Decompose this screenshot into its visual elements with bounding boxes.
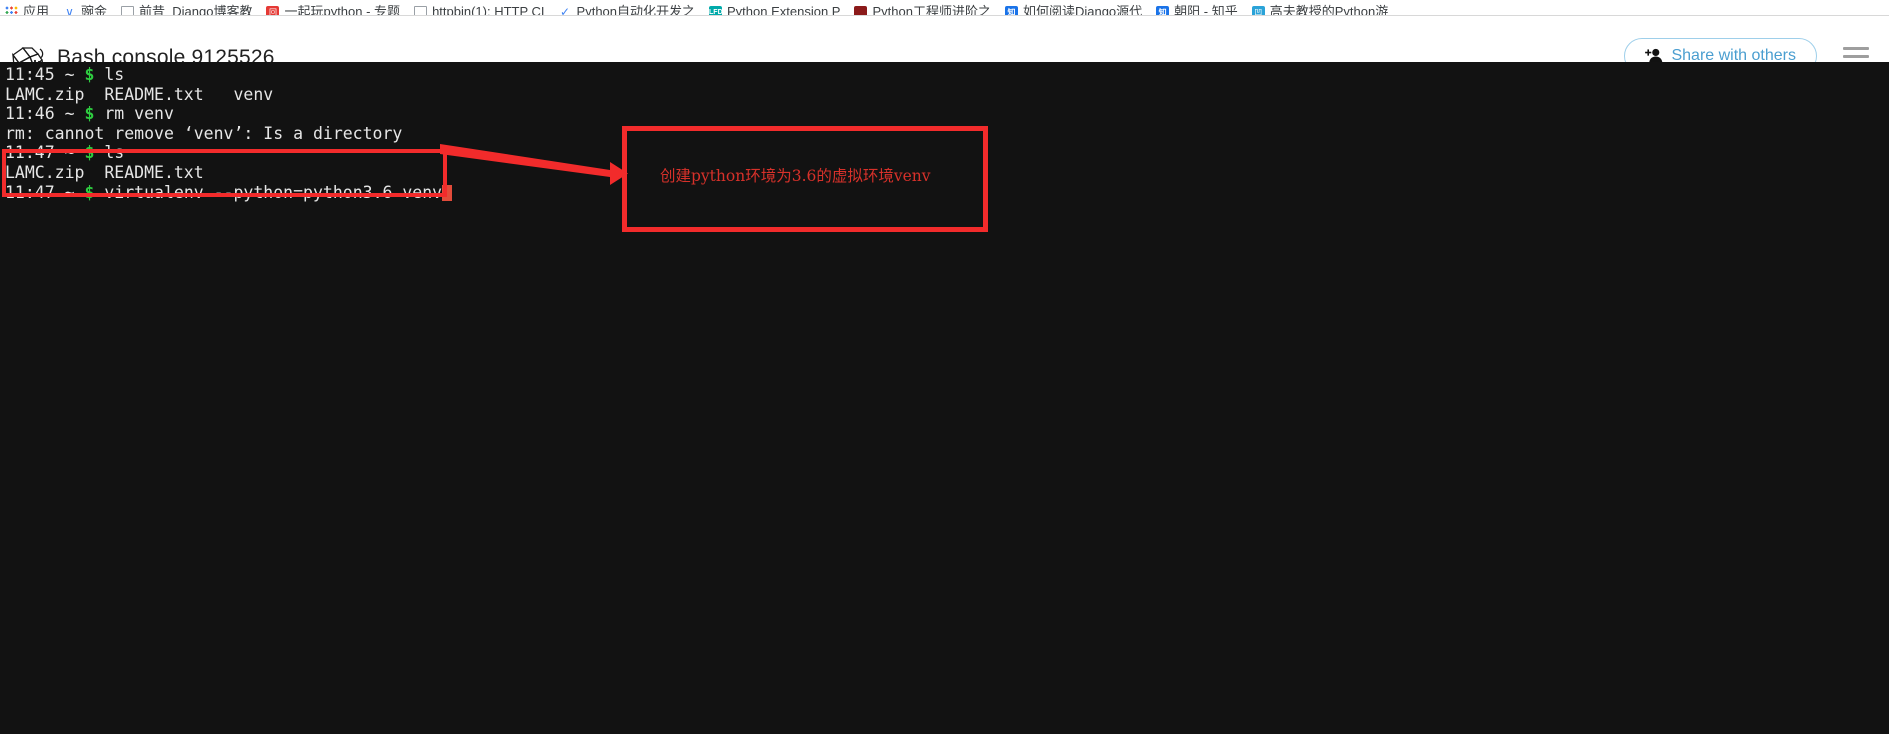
- terminal-line: LAMC.zip README.txt venv: [5, 85, 1889, 105]
- bookmark-label: 豌金: [81, 4, 108, 16]
- page-icon: [121, 5, 135, 15]
- check-mark-icon: ✓: [560, 4, 571, 16]
- bookmark-item-0[interactable]: 应用: [0, 0, 58, 15]
- bookmark-label: httpbin(1): HTTP CI: [432, 4, 545, 16]
- hamburger-bar-1: [1843, 46, 1869, 50]
- terminal-line: 11:46 ~ $ rm venv: [5, 104, 1889, 124]
- prompt-dollar-sigil: $: [84, 104, 95, 124]
- terminal-line: 11:45 ~ $ ls: [5, 65, 1889, 85]
- bookmark-label: 高夫教授的Python游: [1269, 4, 1389, 16]
- console-header: Bash console 9125526 Share with others: [0, 17, 1889, 79]
- page-icon: [414, 5, 428, 15]
- terminal-cursor: [442, 184, 453, 201]
- terminal-command-text: rm venv: [94, 104, 174, 124]
- terminal-command-text: ls: [94, 143, 125, 163]
- prompt-dollar-sigil: $: [84, 182, 95, 202]
- terminal-output-text: LAMC.zip README.txt: [5, 162, 204, 182]
- terminal-prompt: 11:47 ~: [5, 143, 85, 163]
- terminal-command-text: virtualenv --python=python3.6 venv: [94, 182, 443, 202]
- bookmark-item-3[interactable]: 回一起玩python - 专题: [261, 0, 409, 15]
- annotation-note-text: 创建python环境为3.6的虚拟环境venv: [660, 167, 931, 185]
- bookmark-item-2[interactable]: 前昔_Django博客教: [116, 0, 261, 15]
- bookmark-label: 朝阳 - 知乎: [1174, 4, 1238, 16]
- check-shield-icon: ∨: [65, 4, 74, 16]
- bookmark-item-4[interactable]: httpbin(1): HTTP CI: [409, 0, 553, 15]
- bookmark-item-1[interactable]: ∨ 豌金: [58, 0, 116, 15]
- terminal-prompt: 11:46 ~: [5, 104, 85, 124]
- prompt-dollar-sigil: $: [84, 143, 95, 163]
- bookmark-label: 前昔_Django博客教: [139, 4, 253, 16]
- zhihu-icon: 知: [1004, 5, 1018, 15]
- bookmark-label: Python Extension P: [727, 4, 841, 16]
- bookmark-item-10[interactable]: 凹高夫教授的Python游: [1247, 0, 1397, 15]
- red-square-icon: 回: [266, 5, 280, 15]
- terminal-output-text: rm: cannot remove ‘venv’: Is a directory: [5, 123, 403, 143]
- annotation-arrow: [440, 144, 628, 185]
- browser-bookmark-bar: 应用 ∨ 豌金 前昔_Django博客教回一起玩python - 专题 httpbin(…: [0, 0, 1889, 16]
- bookmark-label: Python自动化开发之: [576, 4, 696, 16]
- terminal-prompt: 11:45 ~: [5, 65, 85, 84]
- lfd-icon: LFD: [709, 5, 723, 15]
- prompt-dollar-sigil: $: [84, 65, 95, 84]
- bookmark-label: 如何阅读Django源代: [1022, 4, 1143, 16]
- hamburger-bar-2: [1843, 54, 1869, 58]
- bookmark-item-7[interactable]: Python工程师进阶之: [849, 0, 999, 15]
- bookmark-item-5[interactable]: ✓ Python自动化开发之: [554, 0, 704, 15]
- zhihu-icon: 知: [1156, 5, 1170, 15]
- bookmark-label: Python工程师进阶之: [872, 4, 991, 16]
- bookmark-label: 一起玩python - 专题: [284, 4, 401, 16]
- dark-red-icon: [854, 5, 868, 15]
- terminal-output-text: LAMC.zip README.txt venv: [5, 84, 274, 104]
- apps-grid-icon: [5, 5, 18, 15]
- terminal-prompt: 11:47 ~: [5, 182, 85, 202]
- bookmark-item-6[interactable]: LFD Python Extension P: [704, 0, 849, 15]
- bookmark-item-8[interactable]: 知如何阅读Django源代: [1000, 0, 1151, 15]
- bookmark-label: 应用: [23, 4, 50, 16]
- bookmark-item-9[interactable]: 知朝阳 - 知乎: [1151, 0, 1247, 15]
- cyan-square-icon: 凹: [1251, 5, 1265, 15]
- terminal-command-text: ls: [94, 65, 125, 84]
